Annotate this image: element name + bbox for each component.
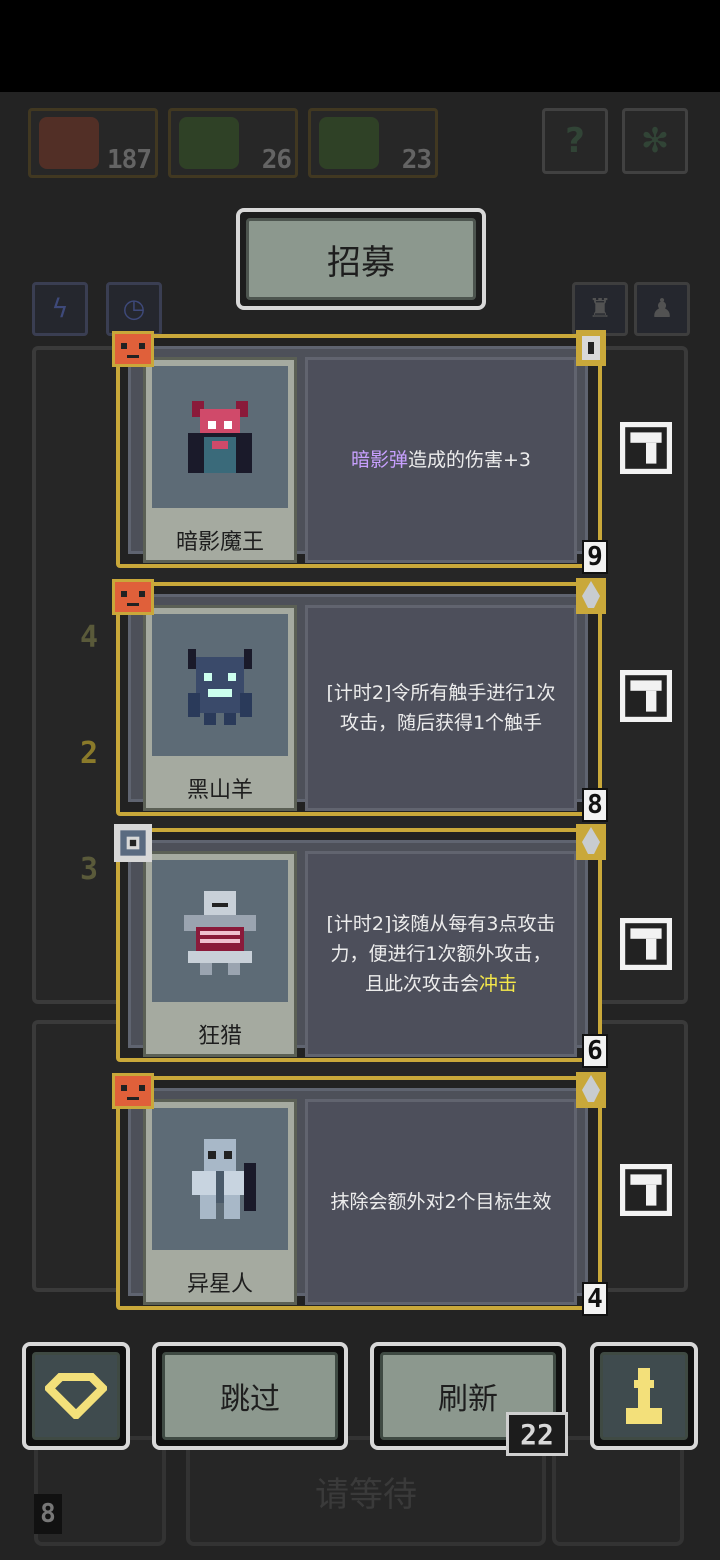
description-text: [计时2]令所有触手进行1次攻击，随后获得1个触手 xyxy=(326,682,556,734)
card-portrait: 异星人 xyxy=(143,1099,297,1305)
team-face-2 xyxy=(179,117,239,169)
help-button-bg: ? xyxy=(542,108,608,174)
game-screen: 187 26 23 ? ✻ ϟ ◷ ♜ ♟ 4 2 3 招募 暗影魔王 暗影弹造… xyxy=(0,92,720,1560)
recruit-title-label: 招募 xyxy=(246,218,476,300)
team-portrait-1: 187 xyxy=(28,108,158,178)
tier-badge: 4 xyxy=(582,1282,608,1316)
black-goat-icon xyxy=(188,649,252,725)
card-art xyxy=(152,366,288,508)
spearhead-icon xyxy=(576,1072,606,1108)
team-count-2: 26 xyxy=(261,145,292,175)
shadow-demon-lord-icon xyxy=(188,401,252,473)
energy-badge: ϟ xyxy=(32,282,88,336)
gem-icon xyxy=(45,1373,107,1419)
card-frame: 暗影魔王 暗影弹造成的伤害+3 xyxy=(128,346,588,563)
wild-hunt-knight-icon xyxy=(184,891,256,975)
card-description-text: 暗影弹造成的伤害+3 xyxy=(351,445,531,475)
shield-icon xyxy=(576,330,606,366)
status-bar xyxy=(0,0,720,92)
pawn-slot-bg xyxy=(552,1436,684,1546)
card-name: 狂猎 xyxy=(197,1024,242,1049)
lightning-icon: ϟ xyxy=(51,294,69,324)
skip-button[interactable]: 跳过 xyxy=(152,1342,348,1450)
team-count-1: 187 xyxy=(107,145,152,175)
refresh-cost: 22 xyxy=(506,1412,568,1456)
card-art xyxy=(152,860,288,1002)
card-portrait: 黑山羊 xyxy=(143,605,297,811)
side-number-3: 3 xyxy=(80,852,99,887)
alien-icon xyxy=(192,1139,256,1219)
settings-button-bg: ✻ xyxy=(622,108,688,174)
card-description: 抹除会额外对2个目标生效 xyxy=(305,1099,577,1305)
demon-mask-icon xyxy=(112,331,154,367)
gem-button-inner xyxy=(32,1352,120,1440)
side-number-2: 2 xyxy=(80,736,99,771)
tier-badge: 9 xyxy=(582,540,608,574)
recruit-card[interactable]: 异星人 抹除会额外对2个目标生效 4 xyxy=(112,1072,608,1316)
gem-button[interactable] xyxy=(22,1342,130,1450)
crosshair-frame-icon xyxy=(114,824,152,862)
skip-button-label: 跳过 xyxy=(162,1352,338,1440)
waiting-bar: 请等待 xyxy=(186,1436,546,1546)
spearhead-icon xyxy=(576,824,606,860)
bg-tier-badge: 8 xyxy=(34,1494,62,1534)
team-portrait-3: 23 xyxy=(308,108,438,178)
card-art xyxy=(152,1108,288,1250)
card-description: [计时2]该随从每有3点攻击力，便进行1次额外攻击，且此次攻击会冲击 xyxy=(305,851,577,1057)
card-frame: 黑山羊 [计时2]令所有触手进行1次攻击，随后获得1个触手 xyxy=(128,594,588,811)
lock-icon[interactable] xyxy=(620,670,672,722)
clock-icon: ◷ xyxy=(122,294,146,324)
timer-badge: ◷ xyxy=(106,282,162,336)
pawn-button[interactable] xyxy=(590,1342,698,1450)
team-count-3: 23 xyxy=(401,145,432,175)
demon-mask-icon xyxy=(112,1073,154,1109)
team-portrait-2: 26 xyxy=(168,108,298,178)
card-frame: 狂猎 [计时2]该随从每有3点攻击力，便进行1次额外攻击，且此次攻击会冲击 xyxy=(128,840,588,1057)
keyword-text: 暗影弹 xyxy=(350,449,408,471)
side-number-1: 4 xyxy=(80,620,99,655)
description-text: 抹除会额外对2个目标生效 xyxy=(330,1191,552,1213)
pawn-button-inner xyxy=(600,1352,688,1440)
recruit-card[interactable]: 暗影魔王 暗影弹造成的伤害+3 9 xyxy=(112,330,608,574)
help-icon: ? xyxy=(565,121,585,161)
card-description: 暗影弹造成的伤害+3 xyxy=(305,357,577,563)
card-name: 异星人 xyxy=(186,1272,253,1297)
tier-badge: 8 xyxy=(582,788,608,822)
card-art xyxy=(152,614,288,756)
pawn-count-badge: ♜ xyxy=(572,282,628,336)
card-name: 黑山羊 xyxy=(186,778,253,803)
card-frame: 异星人 抹除会额外对2个目标生效 xyxy=(128,1088,588,1305)
lock-icon[interactable] xyxy=(620,1164,672,1216)
card-portrait: 暗影魔王 xyxy=(143,357,297,563)
team-face-1 xyxy=(39,117,99,169)
tier-badge: 6 xyxy=(582,1034,608,1068)
description-text: 造成的伤害+3 xyxy=(408,449,532,471)
card-name: 暗影魔王 xyxy=(175,530,264,555)
description-text: [计时2]该随从每有3点攻击力，便进行1次额外攻击，且此次攻击会 xyxy=(326,913,556,995)
keyword-text: 冲击 xyxy=(479,973,518,995)
pawn-icon xyxy=(626,1368,662,1424)
refresh-button[interactable]: 刷新 22 xyxy=(370,1342,568,1456)
team-face-3 xyxy=(319,117,379,169)
demon-mask-icon xyxy=(112,579,154,615)
recruit-card[interactable]: 狂猎 [计时2]该随从每有3点攻击力，便进行1次额外攻击，且此次攻击会冲击 6 xyxy=(114,824,608,1068)
card-portrait: 狂猎 xyxy=(143,851,297,1057)
gear-icon: ✻ xyxy=(640,121,670,161)
recruit-card[interactable]: 黑山羊 [计时2]令所有触手进行1次攻击，随后获得1个触手 8 xyxy=(112,578,608,822)
spearhead-icon xyxy=(576,578,606,614)
lock-icon[interactable] xyxy=(620,918,672,970)
lock-icon[interactable] xyxy=(620,422,672,474)
card-description: [计时2]令所有触手进行1次攻击，随后获得1个触手 xyxy=(305,605,577,811)
shop-count-badge: ♟ xyxy=(634,282,690,336)
recruit-title: 招募 xyxy=(236,208,486,310)
card-description-text: [计时2]该随从每有3点攻击力，便进行1次额外攻击，且此次攻击会冲击 xyxy=(322,909,560,999)
